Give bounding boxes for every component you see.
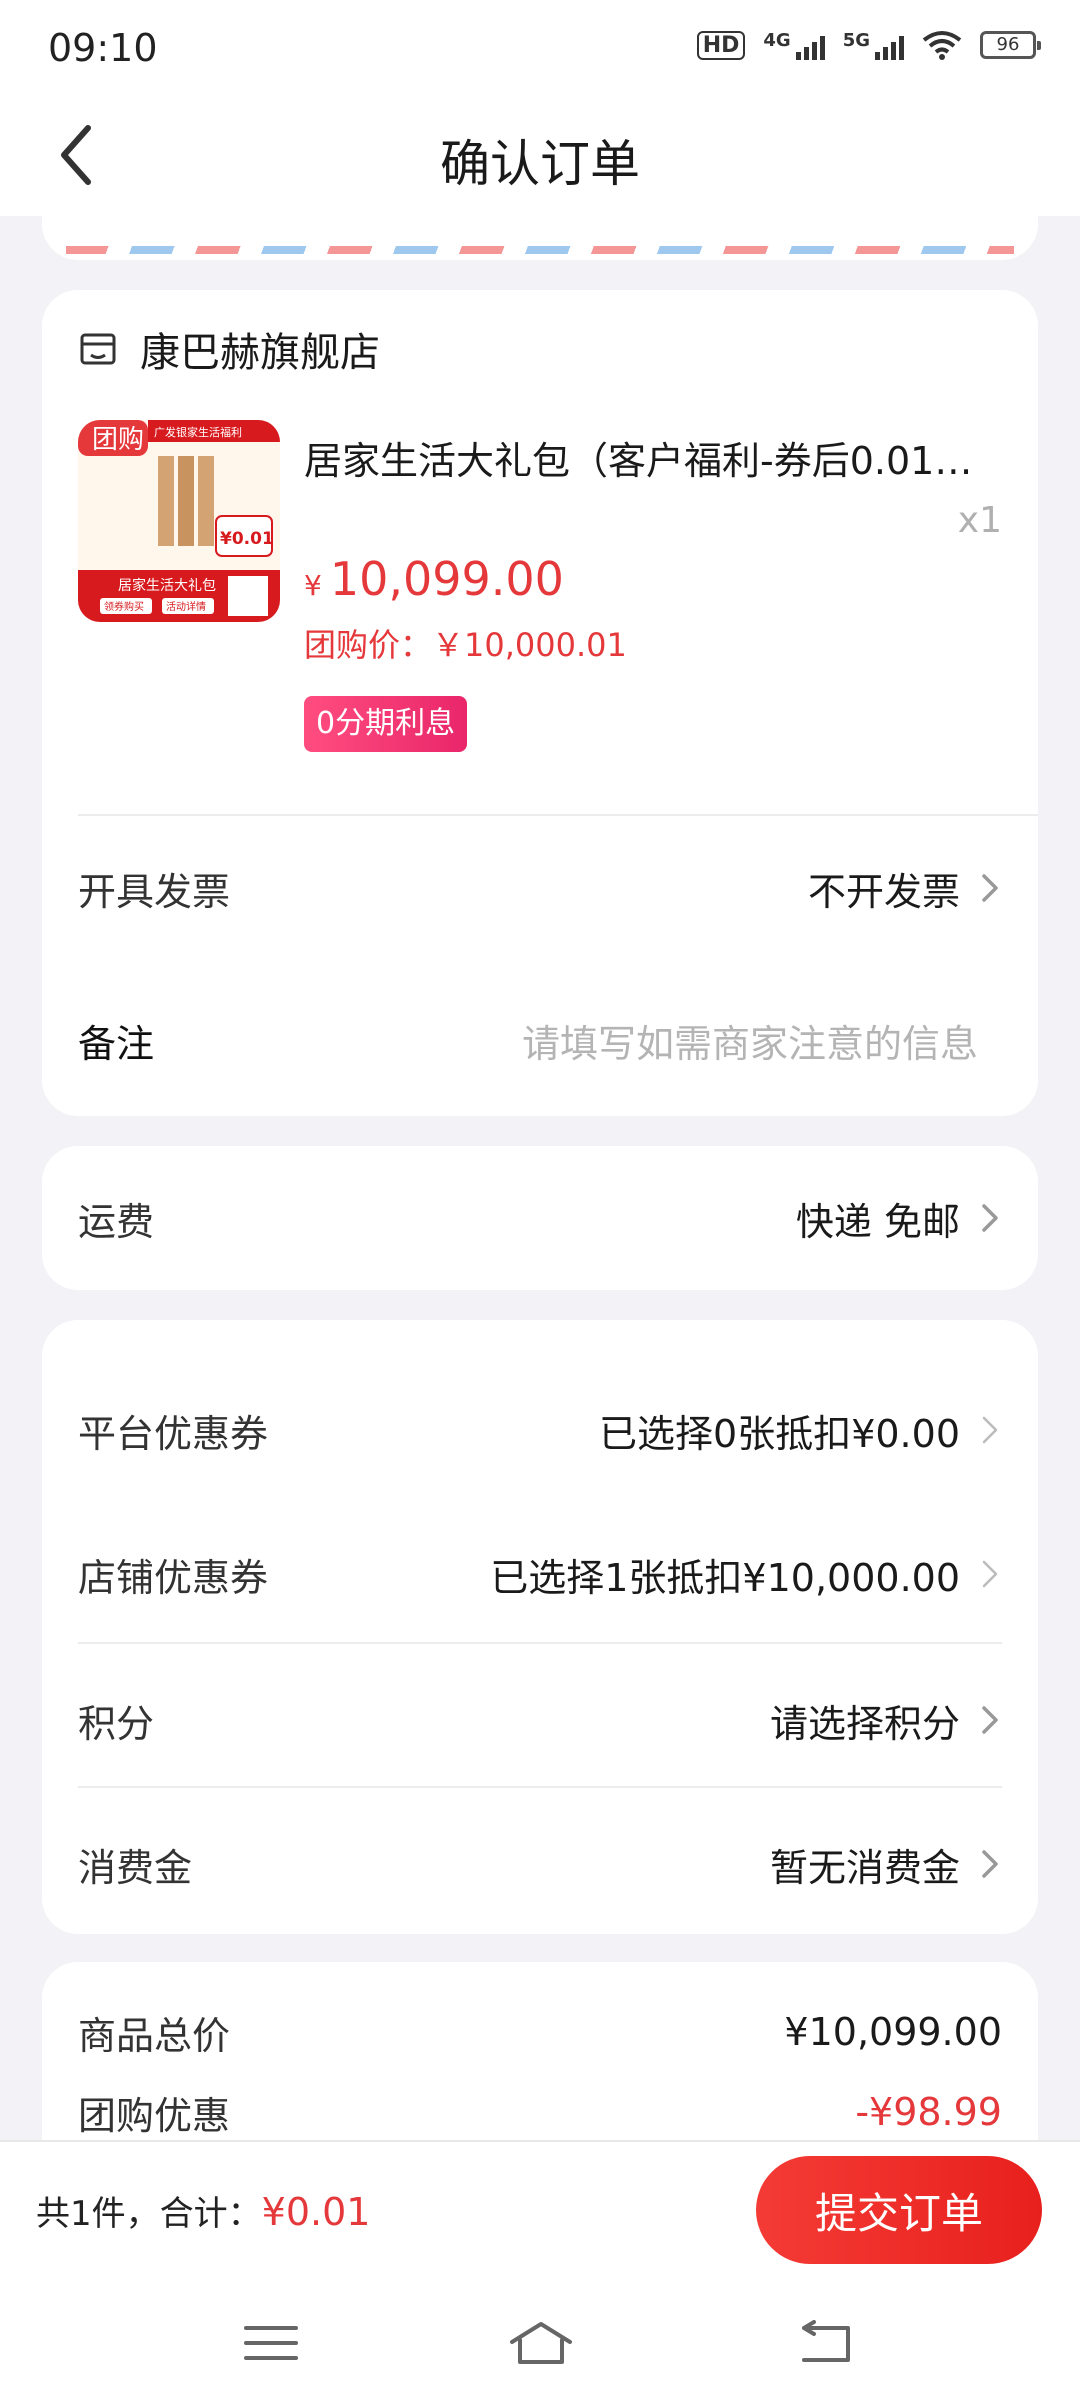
home-icon[interactable] — [506, 2318, 576, 2368]
back-icon[interactable] — [790, 2318, 860, 2368]
group-buy-price: 团购价：￥10,000.01 — [304, 626, 627, 664]
img-banner: 广发银家生活福利 — [154, 425, 242, 439]
battery-icon: 96 — [980, 31, 1041, 59]
invoice-value: 不开发票 — [808, 861, 1002, 916]
chevron-right-icon — [982, 1850, 998, 1878]
platform-coupon-label: 平台优惠券 — [78, 1411, 269, 1456]
shipping-value: 快递 免邮 — [796, 1191, 1002, 1246]
discounts-card: 平台优惠券 已选择0张抵扣¥0.00 店铺优惠券 已选择1张抵扣¥10,000.… — [42, 1320, 1038, 1934]
navbar: 确认订单 — [0, 96, 1080, 216]
remark-input[interactable]: 请填写如需商家注意的信息 — [522, 1013, 978, 1068]
signal-4g-icon: 4G — [763, 30, 825, 60]
system-nav-bar — [0, 2280, 1080, 2400]
platform-coupon-row[interactable]: 平台优惠券 已选择0张抵扣¥0.00 — [78, 1390, 1002, 1470]
group-discount-label: 团购优惠 — [78, 2093, 231, 2138]
price-currency: ¥ — [304, 569, 322, 602]
price-value: 10,099.00 — [329, 552, 564, 606]
img-price-tag: ¥0.01 — [220, 529, 274, 549]
img-corner-tag: 团购 — [92, 425, 144, 455]
platform-coupon-value: 已选择0张抵扣¥0.00 — [599, 1403, 1002, 1458]
divider — [78, 814, 1038, 816]
goods-total-row: 商品总价 ¥10,099.00 — [78, 1992, 1002, 2072]
consumption-credit-label: 消费金 — [78, 1845, 193, 1890]
img-btn-right: 活动详情 — [166, 600, 206, 613]
consumption-credit-row[interactable]: 消费金 暂无消费金 — [78, 1824, 1002, 1904]
chevron-right-icon — [982, 1560, 998, 1588]
store-coupon-label: 店铺优惠券 — [78, 1555, 269, 1600]
order-total-amount: ¥0.01 — [261, 2190, 371, 2234]
address-card-edge[interactable] — [42, 216, 1038, 260]
product-image[interactable]: 团购 广发银家生活福利 ¥0.01 居家生活大礼包 领券购买 活动详情 — [78, 420, 280, 622]
group-discount-value: -¥98.99 — [855, 2090, 1002, 2134]
wifi-icon — [922, 31, 962, 60]
points-label: 积分 — [78, 1701, 155, 1746]
img-btn-left: 领券购买 — [104, 600, 144, 613]
order-card: 康巴赫旗舰店 团购 广发银家生活福利 ¥0.01 居家生活大礼包 领券购买 活动… — [42, 290, 1038, 1116]
product-thumbnail: 团购 广发银家生活福利 ¥0.01 居家生活大礼包 领券购买 活动详情 — [78, 420, 280, 622]
shop-header[interactable]: 康巴赫旗舰店 — [78, 320, 380, 378]
invoice-row[interactable]: 开具发票 不开发票 — [78, 848, 1002, 928]
store-coupon-value: 已选择1张抵扣¥10,000.00 — [490, 1547, 1002, 1602]
goods-total-label: 商品总价 — [78, 2013, 231, 2058]
product-quantity: x1 — [957, 500, 1002, 541]
store-icon — [80, 333, 116, 365]
menu-icon[interactable] — [236, 2318, 306, 2368]
envelope-stripe — [66, 246, 1014, 254]
invoice-label: 开具发票 — [78, 869, 231, 914]
order-total-label: 共1件，合计： — [36, 2194, 262, 2234]
checkout-bar: 共1件，合计： ¥0.01 提交订单 — [0, 2140, 1080, 2280]
hd-icon: HD — [696, 30, 746, 60]
remark-row[interactable]: 备注 请填写如需商家注意的信息 — [78, 1000, 1002, 1080]
img-caption: 居家生活大礼包 — [118, 577, 216, 594]
chevron-right-icon — [982, 1416, 998, 1444]
installment-badge: 0分期利息 — [304, 696, 468, 752]
chevron-right-icon — [982, 874, 998, 902]
store-coupon-row[interactable]: 店铺优惠券 已选择1张抵扣¥10,000.00 — [78, 1534, 1002, 1614]
divider — [78, 1642, 1002, 1644]
product-title[interactable]: 居家生活大礼包（客户福利-券后0.01… — [304, 430, 1004, 485]
signal-5g-icon: 5G — [843, 30, 904, 60]
goods-total-value: ¥10,099.00 — [784, 2010, 1002, 2054]
status-bar: 09:10 HD 4G 5G 96 — [0, 0, 1080, 96]
consumption-credit-value: 暂无消费金 — [770, 1837, 1002, 1892]
status-icons: HD 4G 5G 96 — [696, 30, 1041, 60]
shop-name: 康巴赫旗舰店 — [140, 330, 380, 376]
remark-label: 备注 — [78, 1021, 155, 1066]
chevron-right-icon — [982, 1706, 998, 1734]
order-total: 共1件，合计： ¥0.01 — [36, 2186, 370, 2235]
shipping-label: 运费 — [78, 1199, 155, 1244]
product-price: ¥ 10,099.00 — [304, 552, 564, 606]
divider — [78, 1786, 1002, 1788]
chevron-right-icon — [982, 1204, 998, 1232]
shipping-card: 运费 快递 免邮 — [42, 1146, 1038, 1290]
points-value: 请选择积分 — [770, 1693, 1002, 1748]
status-time: 09:10 — [48, 26, 158, 70]
points-row[interactable]: 积分 请选择积分 — [78, 1680, 1002, 1760]
shipping-row[interactable]: 运费 快递 免邮 — [78, 1178, 1002, 1258]
page-title: 确认订单 — [440, 135, 640, 193]
submit-order-button[interactable]: 提交订单 — [756, 2156, 1042, 2264]
